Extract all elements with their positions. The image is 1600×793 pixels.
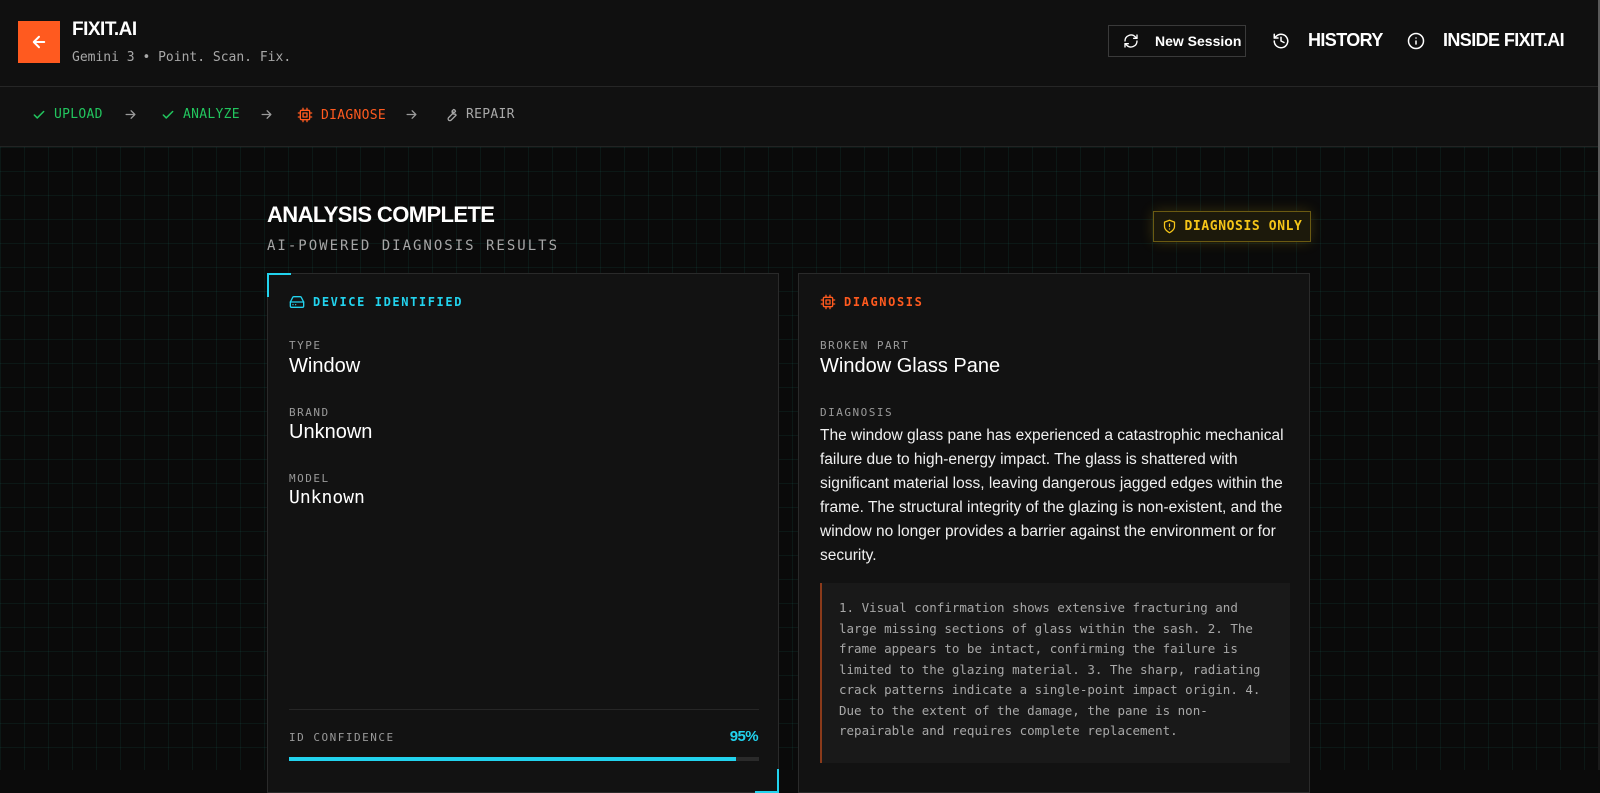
brand-title: FIXIT.AI <box>72 19 137 40</box>
back-button[interactable] <box>18 21 60 63</box>
device-card: DEVICE IDENTIFIED TYPE Window BRAND Unkn… <box>267 273 779 793</box>
info-icon <box>1407 32 1425 49</box>
brand-subtitle: Gemini 3 • Point. Scan. Fix. <box>72 50 292 65</box>
model-label: MODEL <box>289 472 330 485</box>
new-session-label: New Session <box>1155 33 1242 49</box>
model-value: Unknown <box>289 487 365 508</box>
new-session-button[interactable]: New Session <box>1108 25 1246 57</box>
inside-fixit-link[interactable]: INSIDE FIXIT.AI <box>1407 30 1565 51</box>
step-repair: REPAIR <box>443 107 515 122</box>
device-card-heading: DEVICE IDENTIFIED <box>289 294 463 310</box>
brand-value: Unknown <box>289 421 373 443</box>
step-analyze: ANALYZE <box>161 107 240 122</box>
history-link[interactable]: HISTORY <box>1272 30 1383 51</box>
step-diagnose: DIAGNOSE <box>297 107 386 123</box>
confidence-value: 95% <box>729 728 759 745</box>
top-bar: FIXIT.AI Gemini 3 • Point. Scan. Fix. Ne… <box>0 0 1598 87</box>
broken-part-value: Window Glass Pane <box>820 355 1001 377</box>
step-label: UPLOAD <box>54 107 103 122</box>
corner-accent <box>267 273 291 297</box>
confidence-bar-fill <box>289 757 736 761</box>
divider <box>289 709 759 710</box>
type-value: Window <box>289 355 361 377</box>
progress-stepper: UPLOAD ANALYZE DIAGNOSE REPAIR <box>0 87 1598 147</box>
check-icon <box>162 110 174 119</box>
page-subtitle: AI-POWERED DIAGNOSIS RESULTS <box>267 238 560 254</box>
refresh-icon <box>1124 34 1138 48</box>
type-label: TYPE <box>289 339 322 352</box>
diagnosis-label: DIAGNOSIS <box>820 406 894 419</box>
step-label: REPAIR <box>466 107 515 122</box>
broken-part-label: BROKEN PART <box>820 339 910 352</box>
badge-label: DIAGNOSIS ONLY <box>1184 219 1303 234</box>
confidence-bar <box>289 757 759 761</box>
history-icon <box>1273 33 1289 48</box>
page-title: ANALYSIS COMPLETE <box>267 202 495 227</box>
arrow-left-icon <box>32 35 46 49</box>
step-upload: UPLOAD <box>32 107 103 122</box>
step-label: ANALYZE <box>183 107 240 122</box>
chip-icon <box>820 294 836 310</box>
diagnosis-card: DIAGNOSIS BROKEN PART Window Glass Pane … <box>798 273 1310 793</box>
chip-icon <box>297 107 313 123</box>
device-heading-text: DEVICE IDENTIFIED <box>313 295 464 309</box>
step-arrow-icon <box>123 107 138 126</box>
diagnosis-heading-text: DIAGNOSIS <box>844 295 924 309</box>
hard-drive-icon <box>289 296 305 308</box>
confidence-label: ID CONFIDENCE <box>289 731 395 744</box>
step-arrow-icon <box>404 107 419 126</box>
diagnosis-card-heading: DIAGNOSIS <box>820 294 923 310</box>
history-label: HISTORY <box>1308 30 1383 50</box>
inside-fixit-label: INSIDE FIXIT.AI <box>1443 30 1565 50</box>
diagnosis-notes: 1. Visual confirmation shows extensive f… <box>820 583 1290 763</box>
wrench-icon <box>447 108 457 122</box>
shield-alert-icon <box>1163 219 1175 234</box>
step-label: DIAGNOSE <box>321 107 387 123</box>
check-icon <box>33 110 45 119</box>
diagnosis-text: The window glass pane has experienced a … <box>820 427 1284 564</box>
diagnosis-only-badge: DIAGNOSIS ONLY <box>1153 211 1311 242</box>
corner-accent <box>755 769 779 793</box>
brand-label: BRAND <box>289 406 330 419</box>
step-arrow-icon <box>259 107 274 126</box>
